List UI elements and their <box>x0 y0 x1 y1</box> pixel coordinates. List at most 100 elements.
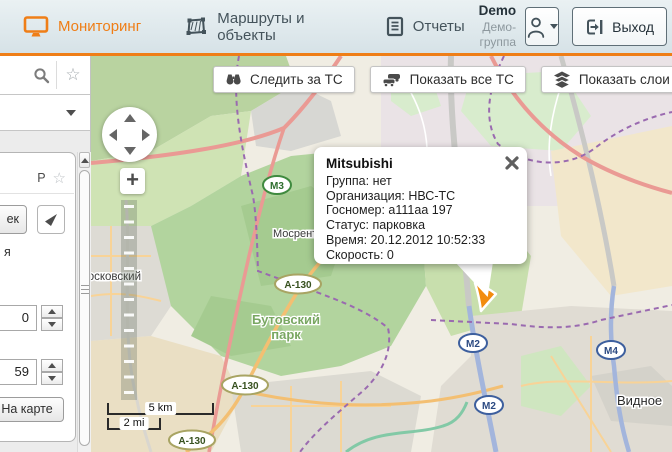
triangle-up-icon <box>81 154 89 163</box>
pan-down-button[interactable] <box>124 147 136 155</box>
user-info: Demo Демо-группа <box>465 3 516 50</box>
step-down-button[interactable] <box>41 318 63 331</box>
vehicle-popup: Mitsubishi Группа: нет Организация: НВС-… <box>314 147 527 264</box>
popup-line-time: Время: 20.12.2012 10:52:33 <box>326 233 517 248</box>
follow-vehicle-label: Следить за ТС <box>250 72 343 87</box>
follow-vehicle-button[interactable]: Следить за ТС <box>213 66 355 93</box>
nav-monitoring[interactable]: Мониторинг <box>23 15 141 39</box>
group-dropdown[interactable] <box>0 95 90 131</box>
header-right-group: Demo Демо-группа Выход <box>465 3 667 50</box>
show-all-vehicles-label: Показать все ТС <box>410 72 514 87</box>
navigate-arrow-icon <box>44 213 58 227</box>
pan-left-button[interactable] <box>109 129 117 141</box>
locate-button[interactable] <box>37 205 65 234</box>
popup-line-organization: Организация: НВС-ТС <box>326 189 517 204</box>
svg-text:М2: М2 <box>466 339 480 350</box>
zoom-in-button[interactable]: + <box>120 168 145 194</box>
road-badge-a130: А-130 <box>275 275 321 294</box>
search-icon[interactable] <box>33 67 50 84</box>
road-badge-a130: А-130 <box>222 376 268 395</box>
nav-reports[interactable]: Отчеты <box>386 16 465 37</box>
person-icon <box>526 15 546 39</box>
sidebar: ☆ P ☆ ек я 0 <box>0 56 91 452</box>
app-window: Мониторинг Маршруты и объекты Отчеты Dem… <box>0 0 672 452</box>
favorites-button[interactable]: ☆ <box>58 56 88 94</box>
grip-icon <box>81 285 89 295</box>
zoom-slider-ticks <box>124 205 134 400</box>
scale-bar-mi: 2 mi <box>107 418 161 430</box>
scale-bar-km: 5 km <box>107 403 214 415</box>
monitor-icon <box>23 15 49 39</box>
road-badge-m4: М4 <box>597 341 625 359</box>
layers-icon <box>553 71 571 89</box>
scroll-up-button[interactable] <box>79 152 90 168</box>
exit-icon <box>585 18 604 36</box>
nav-routes-objects[interactable]: Маршруты и объекты <box>185 10 344 44</box>
panel-header-row: P ☆ <box>0 169 66 187</box>
map-toolbar: Следить за ТС Показать все ТС По <box>213 66 672 93</box>
popup-line-status: Статус: парковка <box>326 218 517 233</box>
road-badge-m3: М3 <box>263 176 291 194</box>
geofence-icon <box>185 16 208 37</box>
svg-text:А-130: А-130 <box>178 436 206 447</box>
triangle-up-icon <box>48 359 56 368</box>
svg-text:М2: М2 <box>482 401 496 412</box>
nav-monitoring-label: Мониторинг <box>58 18 141 35</box>
map-container: Московский Мосрентген Видное Бутовский п… <box>91 56 672 452</box>
map-pan-control <box>102 107 157 162</box>
nav-reports-label: Отчеты <box>413 18 465 35</box>
star-icon: ☆ <box>65 65 80 85</box>
svg-text:А-130: А-130 <box>231 381 259 392</box>
map-label-park-2: парк <box>271 327 301 342</box>
show-layers-button[interactable]: Показать слои <box>541 66 672 93</box>
chevron-down-icon <box>550 24 558 33</box>
user-menu-button[interactable] <box>525 7 559 46</box>
divider <box>0 193 74 194</box>
on-map-label: На карте <box>1 402 52 416</box>
binoculars-icon <box>225 72 242 87</box>
step-down-button[interactable] <box>41 372 63 385</box>
nav-routes-label: Маршруты и объекты <box>217 10 344 44</box>
pan-right-button[interactable] <box>142 129 150 141</box>
scrollbar-thumb[interactable] <box>79 170 90 446</box>
svg-text:М3: М3 <box>270 181 284 192</box>
truncated-button-label: ек <box>7 212 19 226</box>
logout-button[interactable]: Выход <box>572 7 667 46</box>
triangle-down-icon <box>48 322 56 331</box>
search-input[interactable] <box>2 61 26 89</box>
truncated-button[interactable]: ек <box>0 205 27 234</box>
triangle-down-icon <box>48 376 56 385</box>
map-label-vidnoe: Видное <box>617 393 662 408</box>
logout-label: Выход <box>612 19 654 35</box>
step-up-button[interactable] <box>41 359 63 372</box>
popup-line-speed: Скорость: 0 <box>326 248 517 263</box>
spinner-top-input[interactable]: 0 <box>0 305 37 331</box>
report-icon <box>386 16 404 37</box>
on-map-button[interactable]: На карте <box>0 397 64 422</box>
scale-km-label: 5 km <box>145 402 177 415</box>
scale-mi-label: 2 mi <box>120 417 149 430</box>
zoom-slider[interactable] <box>121 200 137 400</box>
road-badge-a130: А-130 <box>169 431 215 450</box>
search-row: ☆ <box>0 56 90 95</box>
vehicle-panel: P ☆ ек я 0 59 <box>0 152 76 442</box>
user-name: Demo <box>465 3 516 20</box>
map-label-park-1: Бутовский <box>252 312 320 327</box>
pan-up-button[interactable] <box>124 114 136 122</box>
step-up-button[interactable] <box>41 305 63 318</box>
triangle-up-icon <box>48 305 56 314</box>
chevron-down-icon <box>66 110 76 121</box>
road-badge-m2: М2 <box>475 396 503 414</box>
spinner-bottom-input[interactable]: 59 <box>0 359 37 385</box>
show-layers-label: Показать слои <box>579 72 670 87</box>
star-icon[interactable]: ☆ <box>53 169 66 187</box>
popup-line-plate: Госномер: а111аа 197 <box>326 203 517 218</box>
svg-text:М4: М4 <box>604 346 618 357</box>
top-navbar: Мониторинг Маршруты и объекты Отчеты Dem… <box>0 0 672 56</box>
svg-text:А-130: А-130 <box>284 280 312 291</box>
spinner-bottom-stepper <box>41 359 63 385</box>
divider <box>56 61 57 89</box>
popup-close-button[interactable] <box>504 155 520 171</box>
show-all-vehicles-button[interactable]: Показать все ТС <box>370 66 526 93</box>
spinner-top-stepper <box>41 305 63 331</box>
